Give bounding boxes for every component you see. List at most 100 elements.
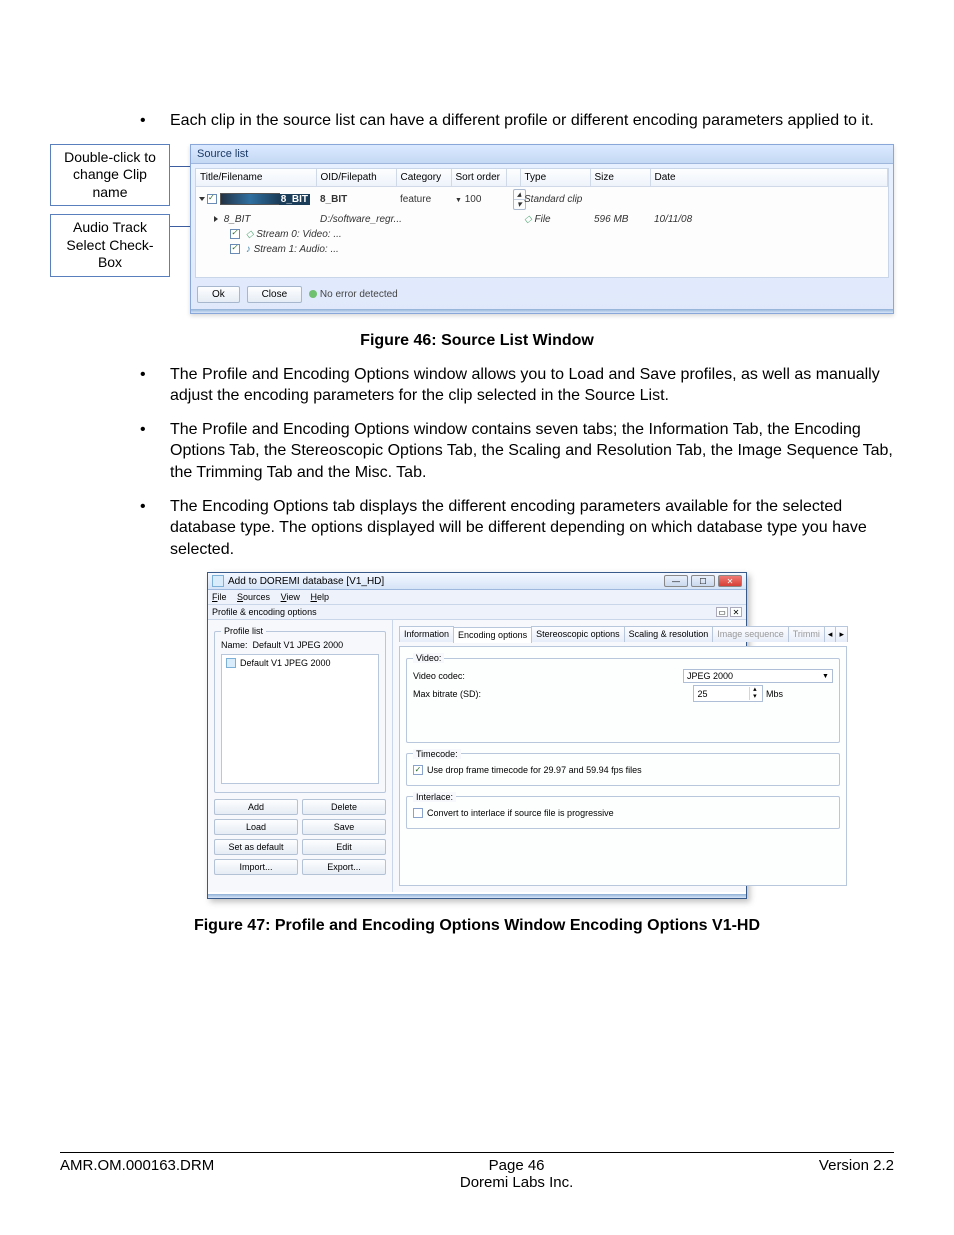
menu-help[interactable]: Help: [310, 592, 329, 602]
menu-view[interactable]: View: [281, 592, 300, 602]
footer-company: Doremi Labs Inc.: [460, 1174, 573, 1191]
col-sortorder[interactable]: Sort order: [451, 169, 506, 187]
tab-imageseq[interactable]: Image sequence: [712, 626, 789, 642]
codec-select[interactable]: JPEG 2000▼: [683, 669, 833, 683]
name-value: Default V1 JPEG 2000: [253, 640, 344, 650]
figure-46-caption: Figure 46: Source List Window: [60, 332, 894, 350]
chevron-down-icon: ▼: [822, 673, 829, 680]
video-legend: Video:: [413, 653, 444, 663]
column-header-row: Title/Filename OID/Filepath Category Sor…: [196, 169, 888, 187]
timecode-fieldset: Timecode: ✓ Use drop frame timecode for …: [406, 749, 840, 786]
maximize-button[interactable]: ☐: [691, 575, 715, 587]
clip-thumbnail: [220, 193, 280, 205]
profile-window: Add to DOREMI database [V1_HD] — ☐ ✕ Fil…: [207, 572, 747, 899]
bitrate-label: Max bitrate (SD):: [413, 689, 508, 699]
col-oid[interactable]: OID/Filepath: [316, 169, 396, 187]
bullets-top: Each clip in the source list can have a …: [140, 110, 894, 132]
float-button[interactable]: ▭: [716, 607, 728, 617]
timecode-checkbox[interactable]: ✓: [413, 765, 423, 775]
col-size[interactable]: Size: [590, 169, 650, 187]
load-button[interactable]: Load: [214, 819, 298, 835]
import-button[interactable]: Import...: [214, 859, 298, 875]
close-button[interactable]: Close: [247, 286, 303, 303]
figure-46-area: Double-click to change Clip name Audio T…: [50, 144, 894, 314]
encoding-tab-pane: Video: Video codec: JPEG 2000▼ Max bitra…: [399, 646, 847, 886]
window-title: Add to DOREMI database [V1_HD]: [228, 576, 661, 587]
stepper-icon[interactable]: ▴▾: [749, 687, 759, 700]
figure-47-area: Add to DOREMI database [V1_HD] — ☐ ✕ Fil…: [60, 572, 894, 899]
clip-row-1[interactable]: 8_BIT 8_BIT feature ▼ 100 ▴▾ Standard cl…: [196, 186, 888, 212]
menu-file[interactable]: File: [212, 592, 227, 602]
tab-encoding[interactable]: Encoding options: [453, 627, 532, 643]
bullets-middle: The Profile and Encoding Options window …: [140, 364, 894, 561]
tab-scroll-right[interactable]: ▸: [835, 626, 848, 642]
stream-audio-row[interactable]: ♪ Stream 1: Audio: ...: [196, 242, 888, 257]
app-icon: [212, 575, 224, 587]
save-button[interactable]: Save: [302, 819, 386, 835]
timecode-check-label: Use drop frame timecode for 29.97 and 59…: [427, 765, 642, 775]
tab-information[interactable]: Information: [399, 626, 454, 642]
col-type[interactable]: Type: [520, 169, 590, 187]
bullet-item: The Encoding Options tab displays the di…: [140, 496, 894, 561]
tab-stereo[interactable]: Stereoscopic options: [531, 626, 625, 642]
status-ok-icon: [309, 290, 317, 298]
minimize-button[interactable]: —: [664, 575, 688, 587]
export-button[interactable]: Export...: [302, 859, 386, 875]
codec-label: Video codec:: [413, 671, 508, 681]
close-button[interactable]: ✕: [718, 575, 742, 587]
delete-button[interactable]: Delete: [302, 799, 386, 815]
clip-row-2[interactable]: 8_BIT D:/software_regr... ◇ File 596 MB …: [196, 212, 888, 227]
interlace-check-label: Convert to interlace if source file is p…: [427, 808, 614, 818]
document-icon: [226, 658, 236, 668]
col-category[interactable]: Category: [396, 169, 451, 187]
tab-trimming[interactable]: Trimmi: [788, 626, 825, 642]
name-label: Name:: [221, 640, 248, 650]
bitrate-unit: Mbs: [766, 689, 783, 699]
expand-icon[interactable]: [214, 216, 218, 222]
interlace-checkbox[interactable]: ✓: [413, 808, 423, 818]
bullet-item: The Profile and Encoding Options window …: [140, 364, 894, 407]
close-panel-button[interactable]: ✕: [730, 607, 742, 617]
bullet-item: Each clip in the source list can have a …: [140, 110, 894, 132]
timecode-legend: Timecode:: [413, 749, 461, 759]
interlace-fieldset: Interlace: ✓ Convert to interlace if sou…: [406, 792, 840, 829]
annotation-audiotrack: Audio Track Select Check-Box: [50, 214, 170, 277]
status-text: No error detected: [320, 289, 398, 300]
col-title[interactable]: Title/Filename: [196, 169, 316, 187]
panel-header-label: Profile & encoding options: [212, 607, 317, 617]
source-list-window: Source list Title/Filename OID/Filepath …: [190, 144, 894, 314]
profile-list[interactable]: Default V1 JPEG 2000: [221, 654, 379, 784]
set-default-button[interactable]: Set as default: [214, 839, 298, 855]
bitrate-input[interactable]: 25 ▴▾: [693, 685, 763, 702]
stream-checkbox[interactable]: [230, 229, 240, 239]
clip-name[interactable]: 8_BIT: [279, 194, 310, 205]
expand-icon[interactable]: [199, 197, 205, 201]
select-checkbox[interactable]: [207, 194, 217, 204]
source-list-title: Source list: [191, 145, 893, 164]
panel-header: Profile & encoding options ▭ ✕: [208, 605, 746, 620]
stream-checkbox[interactable]: [230, 244, 240, 254]
footer-right: Version 2.2: [819, 1157, 894, 1191]
figure-47-caption: Figure 47: Profile and Encoding Options …: [60, 917, 894, 935]
profile-list-fieldset: Profile list Name: Default V1 JPEG 2000 …: [214, 626, 386, 793]
ok-button[interactable]: Ok: [197, 286, 240, 303]
tab-scaling[interactable]: Scaling & resolution: [624, 626, 714, 642]
bullet-item: The Profile and Encoding Options window …: [140, 419, 894, 484]
edit-button[interactable]: Edit: [302, 839, 386, 855]
footer-left: AMR.OM.000163.DRM: [60, 1157, 214, 1191]
profile-list-legend: Profile list: [221, 626, 266, 636]
footer-page: Page 46: [460, 1157, 573, 1174]
menubar[interactable]: File Sources View Help: [208, 590, 746, 605]
menu-sources[interactable]: Sources: [237, 592, 270, 602]
tab-row: Information Encoding options Stereoscopi…: [399, 626, 847, 642]
col-date[interactable]: Date: [650, 169, 888, 187]
video-fieldset: Video: Video codec: JPEG 2000▼ Max bitra…: [406, 653, 840, 743]
col-spin: [506, 169, 520, 187]
add-button[interactable]: Add: [214, 799, 298, 815]
profile-item[interactable]: Default V1 JPEG 2000: [226, 658, 374, 668]
stream-video-row[interactable]: ◇ Stream 0: Video: ...: [196, 227, 888, 242]
page-footer: AMR.OM.000163.DRM Page 46 Doremi Labs In…: [60, 1152, 894, 1191]
annotation-clipname: Double-click to change Clip name: [50, 144, 170, 207]
interlace-legend: Interlace:: [413, 792, 456, 802]
titlebar[interactable]: Add to DOREMI database [V1_HD] — ☐ ✕: [208, 573, 746, 590]
